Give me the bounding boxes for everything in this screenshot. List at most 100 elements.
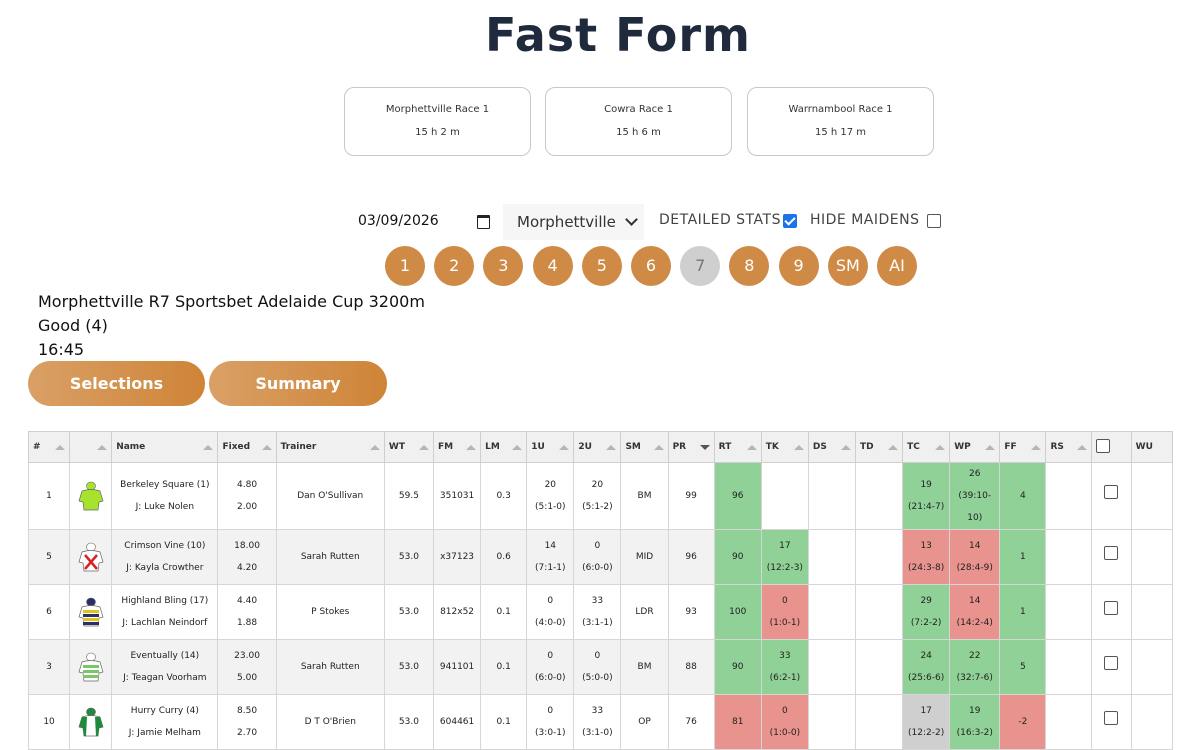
speed-map-cell: BM (620, 462, 669, 530)
sort-arrow-icon[interactable] (841, 445, 851, 450)
next-race-card-3[interactable]: Warrnambool Race 1 15 h 17 m (747, 87, 934, 156)
sort-arrow-icon[interactable] (512, 445, 523, 450)
table-row[interactable]: 3 Eventually (14) J: Teagan Voorham 23.00 5.… (27, 639, 1174, 695)
race-button-ai[interactable]: AI (877, 246, 917, 286)
wp-cell: 14 (14:2-4) (949, 584, 1001, 640)
column-header-ff[interactable]: FF (999, 431, 1047, 463)
sort-arrow-icon[interactable] (203, 445, 214, 450)
horse-name: Highland Bling (17) (121, 596, 209, 606)
column-header-rs[interactable]: RS (1045, 431, 1092, 463)
runner-name-cell[interactable]: Crimson Vine (10) J: Kayla Crowther (111, 529, 219, 585)
column-header-td[interactable]: TD (854, 431, 904, 463)
race-button-9[interactable]: 9 (778, 246, 819, 286)
runner-name-cell[interactable]: Eventually (14) J: Teagan Voorham (111, 639, 219, 695)
hide-maidens-checkbox[interactable] (927, 214, 941, 228)
calendar-icon[interactable] (477, 215, 490, 229)
sort-arrow-icon[interactable] (888, 445, 899, 450)
next-race-countdown: 15 h 6 m (616, 127, 661, 138)
column-header-pr[interactable]: PR (667, 431, 715, 463)
sort-arrow-icon[interactable] (1031, 445, 1042, 450)
column-header-wp[interactable]: WP (949, 431, 1001, 463)
detailed-stats-checkbox[interactable] (783, 214, 797, 228)
next-race-card-2[interactable]: Cowra Race 1 15 h 6 m (545, 87, 732, 156)
sort-arrow-icon[interactable] (985, 445, 996, 450)
page-title: Fast Form (485, 8, 751, 62)
column-header-rt[interactable]: RT (713, 431, 762, 463)
weight: 59.5 (398, 491, 419, 501)
sort-arrow-icon[interactable] (606, 445, 617, 450)
tk-cell: 17 (12:2-3) (760, 529, 809, 585)
last-margin: 0.1 (496, 717, 511, 727)
venue-select[interactable]: Morphettville (503, 204, 644, 240)
column-header-select[interactable] (1090, 431, 1132, 463)
runner-name-cell[interactable]: Berkeley Square (1) J: Luke Nolen (111, 462, 219, 530)
column-header-#[interactable]: # (27, 431, 71, 463)
jockey-name: J: Kayla Crowther (126, 563, 204, 573)
column-header-name[interactable]: Name (111, 431, 219, 463)
column-header-2u[interactable]: 2U (573, 431, 622, 463)
date-input[interactable]: 03/09/2026 (358, 208, 494, 234)
win-odds: 18.00 (234, 541, 260, 551)
select-all-checkbox[interactable] (1095, 438, 1110, 453)
column-header-silk[interactable] (69, 431, 113, 463)
sort-arrow-icon[interactable] (97, 445, 108, 450)
column-header-ds[interactable]: DS (807, 431, 857, 463)
row-select-checkbox[interactable] (1104, 710, 1119, 725)
trainer-cell: Dan O'Sullivan (275, 462, 385, 530)
race-button-4[interactable]: 4 (532, 246, 573, 286)
summary-button[interactable]: Summary (209, 361, 387, 406)
race-button-2[interactable]: 2 (434, 246, 475, 286)
race-button-6[interactable]: 6 (631, 246, 671, 286)
column-header-sm[interactable]: SM (620, 431, 669, 463)
tk-record: (12:2-3) (766, 563, 803, 573)
sort-arrow-icon[interactable] (699, 445, 710, 450)
selections-button[interactable]: Selections (28, 361, 205, 406)
sort-arrow-icon[interactable] (653, 445, 664, 450)
column-header-trainer[interactable]: Trainer (275, 431, 385, 463)
sort-arrow-icon[interactable] (261, 445, 272, 450)
sort-arrow-icon[interactable] (1076, 445, 1087, 450)
sort-arrow-icon[interactable] (935, 445, 946, 450)
sort-arrow-icon[interactable] (559, 445, 570, 450)
sort-arrow-icon[interactable] (466, 445, 477, 450)
table-row[interactable]: 10 Hurry Curry (4) J: Jamie Melham 8.50 2.70… (27, 694, 1174, 750)
next-race-name: Warrnambool Race 1 (788, 104, 893, 115)
speed-map-cell: MID (620, 529, 669, 585)
table-row[interactable]: 6 Highland Bling (17) J: Lachlan Neindorf 4… (27, 584, 1174, 640)
race-button-7[interactable]: 7 (680, 246, 721, 286)
race-button-5[interactable]: 5 (581, 246, 622, 286)
column-header-fixed[interactable]: Fixed (217, 431, 277, 463)
race-button-1[interactable]: 1 (385, 246, 425, 286)
column-header-tc[interactable]: TC (902, 431, 951, 463)
runner-name-cell[interactable]: Hurry Curry (4) J: Jamie Melham (111, 694, 219, 750)
tc-cell: 24 (25:6-6) (902, 639, 951, 695)
row-select-checkbox[interactable] (1104, 484, 1119, 499)
runner-name-cell[interactable]: Highland Bling (17) J: Lachlan Neindorf (111, 584, 219, 640)
race-button-sm[interactable]: SM (827, 246, 868, 286)
column-header-tk[interactable]: TK (760, 431, 809, 463)
sort-arrow-icon[interactable] (55, 445, 66, 450)
tc-cell: 17 (12:2-2) (902, 694, 951, 750)
next-race-card-1[interactable]: Morphettville Race 1 15 h 2 m (344, 87, 531, 156)
weight: 53.0 (398, 607, 419, 617)
place-odds: 5.00 (237, 673, 258, 683)
jockey-name: J: Lachlan Neindorf (122, 618, 208, 628)
sort-arrow-icon[interactable] (746, 445, 757, 450)
column-header-fm[interactable]: FM (433, 431, 482, 463)
race-button-3[interactable]: 3 (483, 246, 524, 286)
sort-arrow-icon[interactable] (419, 445, 430, 450)
sort-arrow-icon[interactable] (369, 445, 380, 450)
row-select-checkbox[interactable] (1104, 600, 1119, 615)
row-select-checkbox[interactable] (1104, 655, 1119, 670)
runner-number: 5 (46, 552, 52, 562)
column-header-lm[interactable]: LM (480, 431, 528, 463)
column-header-wu[interactable]: WU (1130, 431, 1174, 463)
race-button-8[interactable]: 8 (729, 246, 770, 286)
table-row[interactable]: 1 Berkeley Square (1) J: Luke Nolen 4.80 2.0… (27, 462, 1174, 530)
column-header-wt[interactable]: WT (383, 431, 435, 463)
table-row[interactable]: 5 Crimson Vine (10) J: Kayla Crowther 18.00… (27, 529, 1174, 585)
row-select-checkbox[interactable] (1104, 545, 1119, 560)
first-up-record: (6:0-0) (535, 673, 566, 683)
sort-arrow-icon[interactable] (793, 445, 804, 450)
column-header-1u[interactable]: 1U (526, 431, 575, 463)
